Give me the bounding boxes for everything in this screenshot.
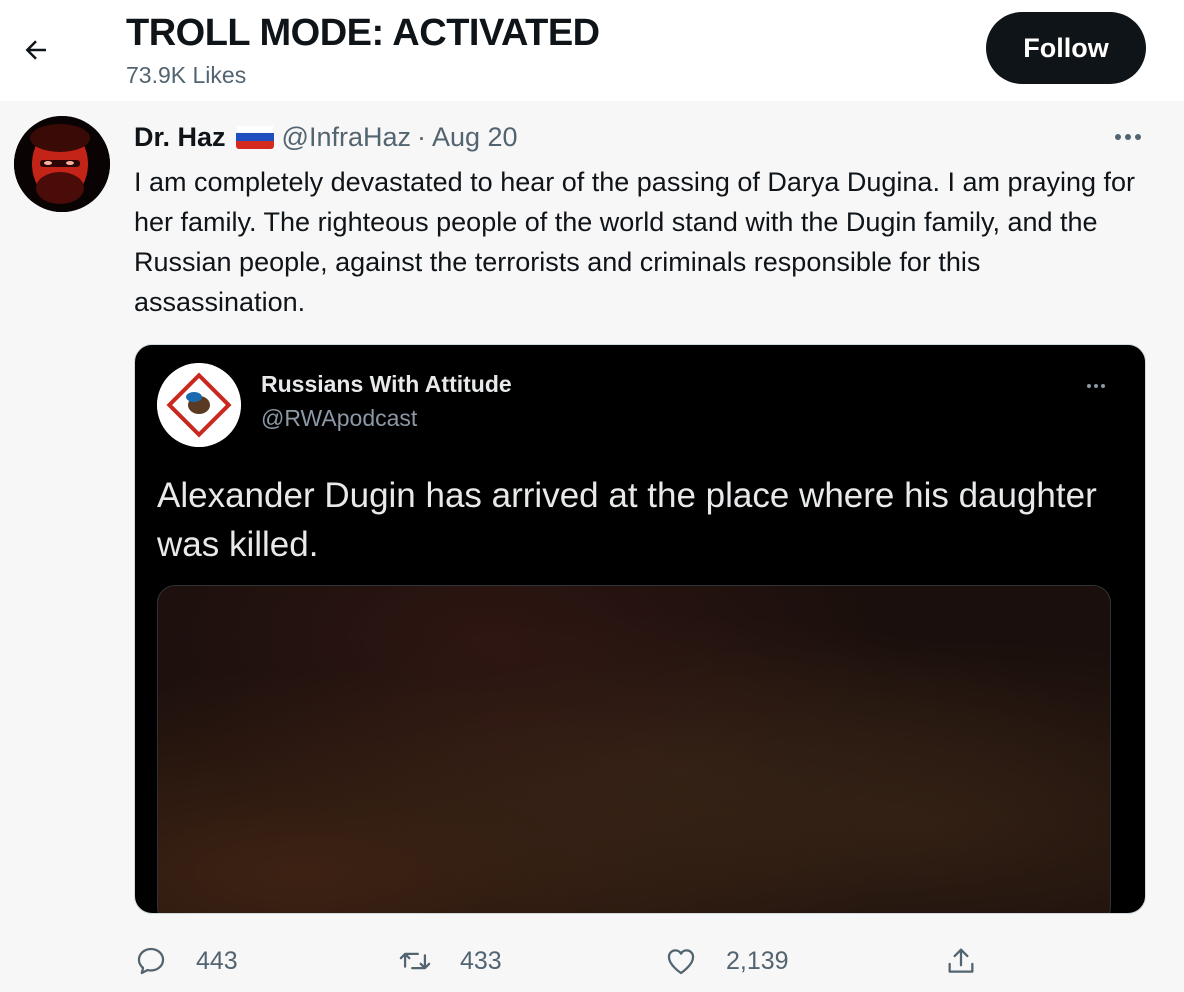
retweet-button[interactable]: 433 bbox=[398, 936, 502, 986]
like-count: 2,139 bbox=[726, 946, 789, 975]
author-name[interactable]: Dr. Haz bbox=[134, 122, 226, 153]
separator-dot: · bbox=[417, 121, 426, 152]
page-title: TROLL MODE: ACTIVATED bbox=[126, 12, 600, 54]
author-handle[interactable]: @InfraHaz bbox=[282, 122, 411, 153]
avatar-image bbox=[14, 116, 110, 212]
share-button[interactable] bbox=[944, 936, 978, 986]
share-icon bbox=[948, 948, 974, 973]
heart-icon bbox=[667, 949, 695, 975]
reply-count: 443 bbox=[196, 946, 238, 975]
tweet-date[interactable]: Aug 20 bbox=[432, 122, 518, 153]
reply-button[interactable]: 443 bbox=[134, 936, 238, 986]
reply-icon bbox=[137, 947, 165, 975]
quote-author-name[interactable]: Russians With Attitude bbox=[261, 371, 512, 398]
quote-author-avatar[interactable] bbox=[157, 363, 241, 447]
profile-header: TROLL MODE: ACTIVATED 73.9K Likes Follow bbox=[0, 0, 1184, 101]
back-button[interactable] bbox=[14, 28, 58, 72]
retweet-count: 433 bbox=[460, 946, 502, 975]
tweet-text: I am completely devastated to hear of th… bbox=[134, 167, 1136, 317]
quote-author-handle[interactable]: @RWApodcast bbox=[261, 405, 417, 432]
author-avatar[interactable] bbox=[14, 116, 110, 212]
russia-flag-icon bbox=[235, 125, 274, 149]
quote-media-image[interactable] bbox=[157, 585, 1111, 913]
more-icon[interactable] bbox=[1108, 122, 1148, 152]
quoted-tweet[interactable]: Russians With Attitude @RWApodcast Alexa… bbox=[134, 344, 1146, 914]
quote-more-icon bbox=[1081, 379, 1111, 393]
tweet-header: Dr. Haz @InfraHaz · Aug 20 bbox=[134, 118, 518, 156]
likes-count: 73.9K Likes bbox=[126, 62, 247, 88]
quote-text: Alexander Dugin has arrived at the place… bbox=[157, 476, 1097, 564]
like-button[interactable]: 2,139 bbox=[664, 936, 789, 986]
back-arrow-icon bbox=[25, 40, 46, 60]
retweet-icon bbox=[399, 952, 431, 970]
quote-avatar-image bbox=[157, 363, 241, 447]
tweet-actions: 443 433 2,139 bbox=[134, 936, 1146, 986]
follow-button[interactable]: Follow bbox=[986, 12, 1146, 84]
